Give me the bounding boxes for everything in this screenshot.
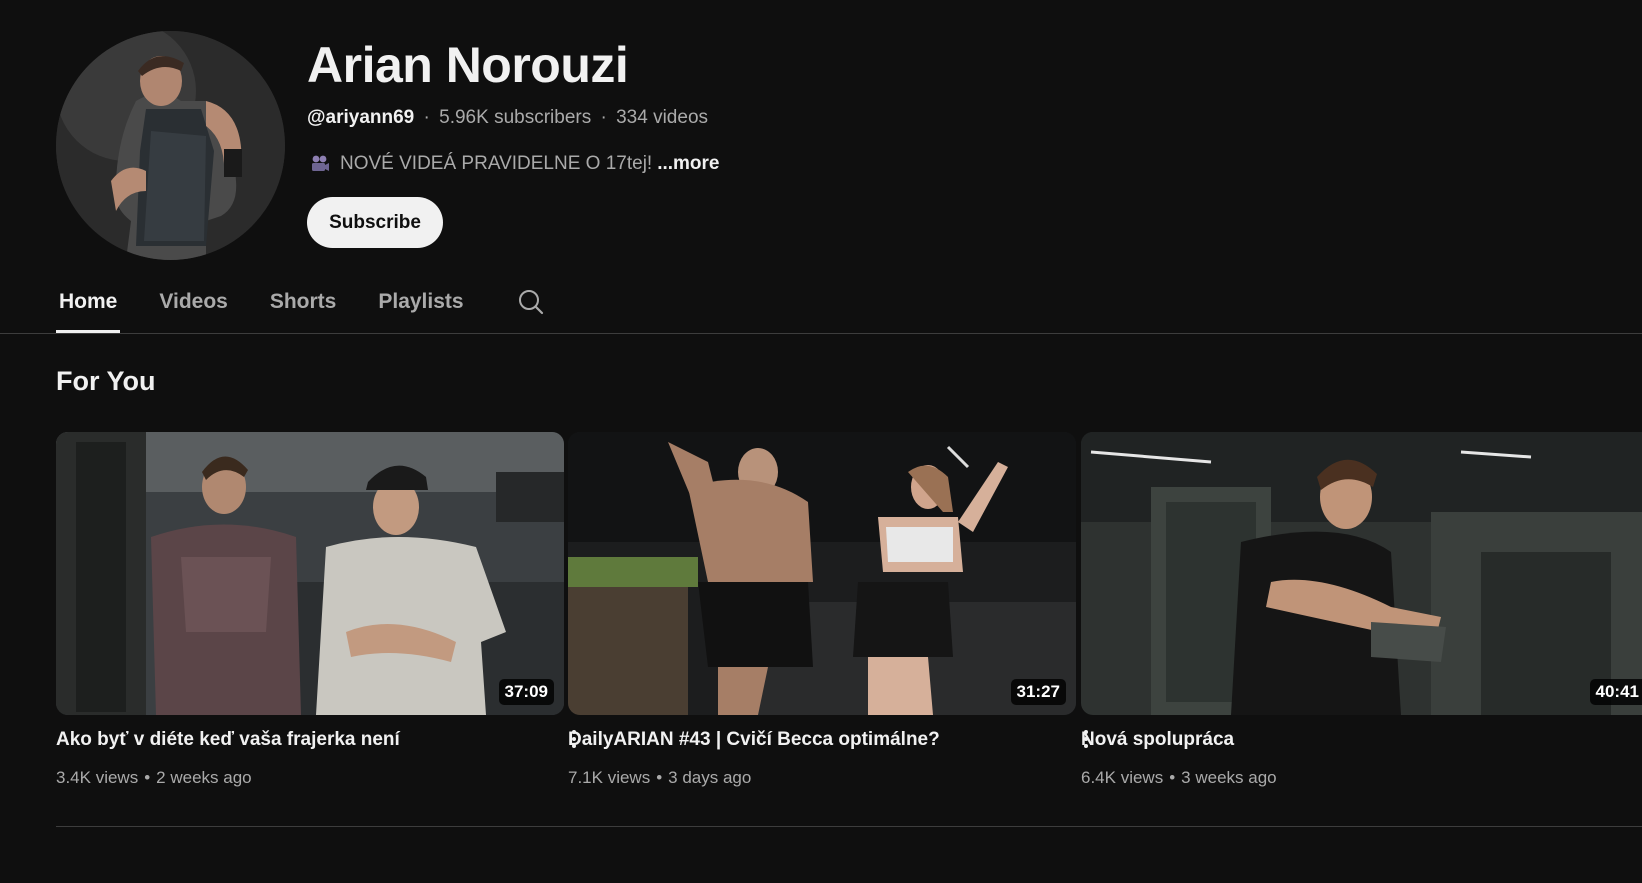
tab-shorts[interactable]: Shorts [267, 270, 340, 333]
video-thumbnail[interactable]: 37:09 [56, 432, 564, 715]
subscriber-count: 5.96K subscribers [439, 107, 592, 128]
section-divider [56, 826, 1642, 827]
tab-home[interactable]: Home [56, 270, 121, 333]
description-more-link[interactable]: ...more [657, 153, 719, 175]
subscribe-button[interactable]: Subscribe [307, 197, 443, 248]
video-duration: 31:27 [1010, 679, 1066, 705]
video-age: 3 days ago [668, 768, 752, 787]
channel-avatar[interactable] [56, 31, 285, 260]
video-age: 2 weeks ago [156, 768, 252, 787]
video-thumbnail[interactable]: 40:41 [1081, 432, 1642, 715]
video-title[interactable]: Ako byť v diéte keď vaša frajerka není [56, 729, 400, 751]
video-title[interactable]: DailyARIAN #43 | Cvičí Becca optimálne? [568, 729, 940, 751]
tab-videos[interactable]: Videos [156, 270, 230, 333]
video-card[interactable]: 40:41 Nová spolupráca 6.4K views • 3 weeks… [1081, 432, 1642, 787]
video-thumbnail[interactable]: 31:27 [568, 432, 1076, 715]
channel-handle: @ariyann69 [307, 107, 415, 128]
video-duration: 37:09 [498, 679, 554, 705]
video-card[interactable]: 31:27 DailyARIAN #43 | Cvičí Becca optim… [568, 432, 1088, 787]
section-title: For You [56, 366, 156, 396]
video-views: 3.4K views [56, 768, 139, 787]
channel-description[interactable]: NOVÉ VIDEÁ PRAVIDELNE O 17tej! ...more [309, 153, 720, 175]
avatar-image [56, 31, 285, 260]
channel-meta: @ariyann69 · 5.96K subscribers · 334 vid… [307, 107, 708, 129]
video-age: 3 weeks ago [1181, 768, 1277, 787]
video-title[interactable]: Nová spolupráca [1081, 729, 1234, 751]
channel-tabs: Home Videos Shorts Playlists [56, 270, 549, 333]
tab-playlists[interactable]: Playlists [375, 270, 466, 333]
meta-dot: • [144, 768, 151, 787]
video-meta: 6.4K views • 3 weeks ago [1081, 768, 1277, 788]
meta-dot: • [656, 768, 663, 787]
meta-separator: · [423, 107, 430, 128]
video-duration: 40:41 [1589, 679, 1642, 705]
movie-camera-icon [309, 153, 331, 175]
search-icon[interactable] [513, 270, 549, 333]
video-views: 6.4K views [1081, 768, 1164, 787]
tabs-divider [0, 333, 1642, 334]
meta-dot: • [1169, 768, 1176, 787]
video-meta: 3.4K views • 2 weeks ago [56, 768, 252, 788]
channel-page: Arian Norouzi @ariyann69 · 5.96K subscri… [0, 0, 1642, 883]
video-count: 334 videos [616, 107, 709, 128]
video-card[interactable]: 37:09 Ako byť v diéte keď vaša frajerka … [56, 432, 576, 787]
description-text: NOVÉ VIDEÁ PRAVIDELNE O 17tej! [340, 153, 653, 174]
video-meta: 7.1K views • 3 days ago [568, 768, 751, 788]
meta-separator: · [600, 107, 607, 128]
channel-name: Arian Norouzi [307, 37, 629, 93]
video-views: 7.1K views [568, 768, 651, 787]
